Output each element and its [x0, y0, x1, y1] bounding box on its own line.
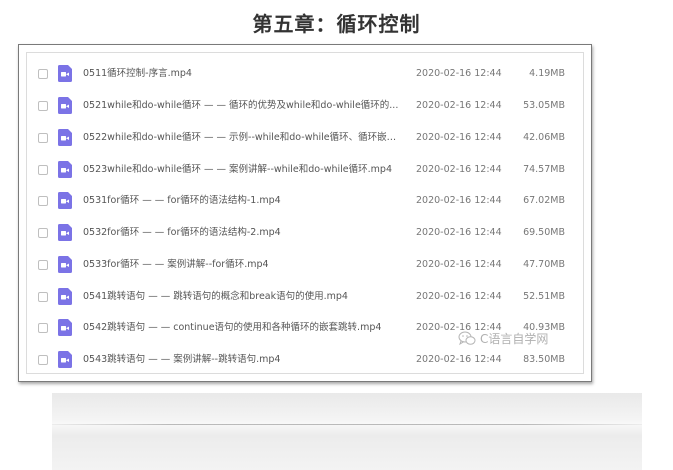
- video-file-icon: [58, 224, 72, 241]
- file-checkbox[interactable]: [38, 228, 48, 238]
- file-checkbox[interactable]: [38, 260, 48, 270]
- file-size: 42.06MB: [523, 132, 565, 143]
- file-name: 0541跳转语句 — — 跳转语句的概念和break语句的使用.mp4: [83, 291, 348, 302]
- file-name: 0533for循环 — — 案例讲解--for循环.mp4: [83, 259, 269, 270]
- file-checkbox[interactable]: [38, 101, 48, 111]
- video-file-icon: [58, 192, 72, 209]
- file-row[interactable]: 0531for循环 — — for循环的语法结构-1.mp4 2020-02-1…: [27, 186, 583, 217]
- video-file-icon: [58, 65, 72, 82]
- file-date: 2020-02-16 12:44: [416, 291, 502, 302]
- file-row[interactable]: 0523while和do-while循环 — — 案例讲解--while和do-…: [27, 155, 583, 186]
- video-file-icon: [58, 161, 72, 178]
- file-checkbox[interactable]: [38, 323, 48, 333]
- chapter-title: 第五章：循环控制: [252, 12, 421, 36]
- file-name: 0542跳转语句 — — continue语句的使用和各种循环的嵌套跳转.mp4: [83, 322, 382, 333]
- file-size: 53.05MB: [523, 100, 565, 111]
- video-file-icon: [58, 288, 72, 305]
- file-name: 0511循环控制-序言.mp4: [83, 68, 192, 79]
- file-row[interactable]: 0543跳转语句 — — 案例讲解--跳转语句.mp4 2020-02-16 1…: [27, 345, 583, 376]
- file-row[interactable]: 0541跳转语句 — — 跳转语句的概念和break语句的使用.mp4 2020…: [27, 282, 583, 313]
- file-name: 0531for循环 — — for循环的语法结构-1.mp4: [83, 195, 281, 206]
- file-date: 2020-02-16 12:44: [416, 259, 502, 270]
- file-row[interactable]: 0521while和do-while循环 — — 循环的优势及while和do-…: [27, 91, 583, 122]
- file-size: 47.70MB: [523, 259, 565, 270]
- file-checkbox[interactable]: [38, 69, 48, 79]
- file-name: 0523while和do-while循环 — — 案例讲解--while和do-…: [83, 164, 392, 175]
- file-size: 67.02MB: [523, 195, 565, 206]
- divider-line: [52, 424, 642, 425]
- file-row[interactable]: 0522while和do-while循环 — — 示例--while和do-wh…: [27, 123, 583, 154]
- video-file-icon: [58, 97, 72, 114]
- file-date: 2020-02-16 12:44: [416, 100, 502, 111]
- video-file-icon: [58, 129, 72, 146]
- page: 第五章：循环控制 0511循环控制-序言.mp4 2020-02-16 12:4…: [0, 0, 673, 470]
- file-name: 0532for循环 — — for循环的语法结构-2.mp4: [83, 227, 281, 238]
- file-size: 52.51MB: [523, 291, 565, 302]
- video-file-icon: [58, 351, 72, 368]
- file-name: 0543跳转语句 — — 案例讲解--跳转语句.mp4: [83, 354, 281, 365]
- file-size: 4.19MB: [529, 68, 565, 79]
- file-checkbox[interactable]: [38, 133, 48, 143]
- wechat-icon: [458, 331, 476, 346]
- watermark: C语言自学网: [458, 330, 548, 347]
- bottom-divider-strip: [52, 393, 642, 470]
- file-size: 69.50MB: [523, 227, 565, 238]
- file-date: 2020-02-16 12:44: [416, 68, 502, 79]
- file-date: 2020-02-16 12:44: [416, 227, 502, 238]
- file-checkbox[interactable]: [38, 196, 48, 206]
- file-row[interactable]: 0511循环控制-序言.mp4 2020-02-16 12:44 4.19MB: [27, 59, 583, 90]
- file-size: 83.50MB: [523, 354, 565, 365]
- file-row[interactable]: 0533for循环 — — 案例讲解--for循环.mp4 2020-02-16…: [27, 250, 583, 281]
- video-file-icon: [58, 256, 72, 273]
- file-date: 2020-02-16 12:44: [416, 195, 502, 206]
- file-name: 0521while和do-while循环 — — 循环的优势及while和do-…: [83, 100, 399, 111]
- file-row[interactable]: 0532for循环 — — for循环的语法结构-2.mp4 2020-02-1…: [27, 218, 583, 249]
- video-file-icon: [58, 319, 72, 336]
- file-date: 2020-02-16 12:44: [416, 354, 502, 365]
- file-date: 2020-02-16 12:44: [416, 164, 502, 175]
- file-name: 0522while和do-while循环 — — 示例--while和do-wh…: [83, 132, 403, 143]
- watermark-text: C语言自学网: [480, 332, 549, 346]
- file-checkbox[interactable]: [38, 292, 48, 302]
- file-checkbox[interactable]: [38, 355, 48, 365]
- file-list: 0511循环控制-序言.mp4 2020-02-16 12:44 4.19MB …: [26, 52, 584, 374]
- file-size: 74.57MB: [523, 164, 565, 175]
- file-checkbox[interactable]: [38, 165, 48, 175]
- file-date: 2020-02-16 12:44: [416, 132, 502, 143]
